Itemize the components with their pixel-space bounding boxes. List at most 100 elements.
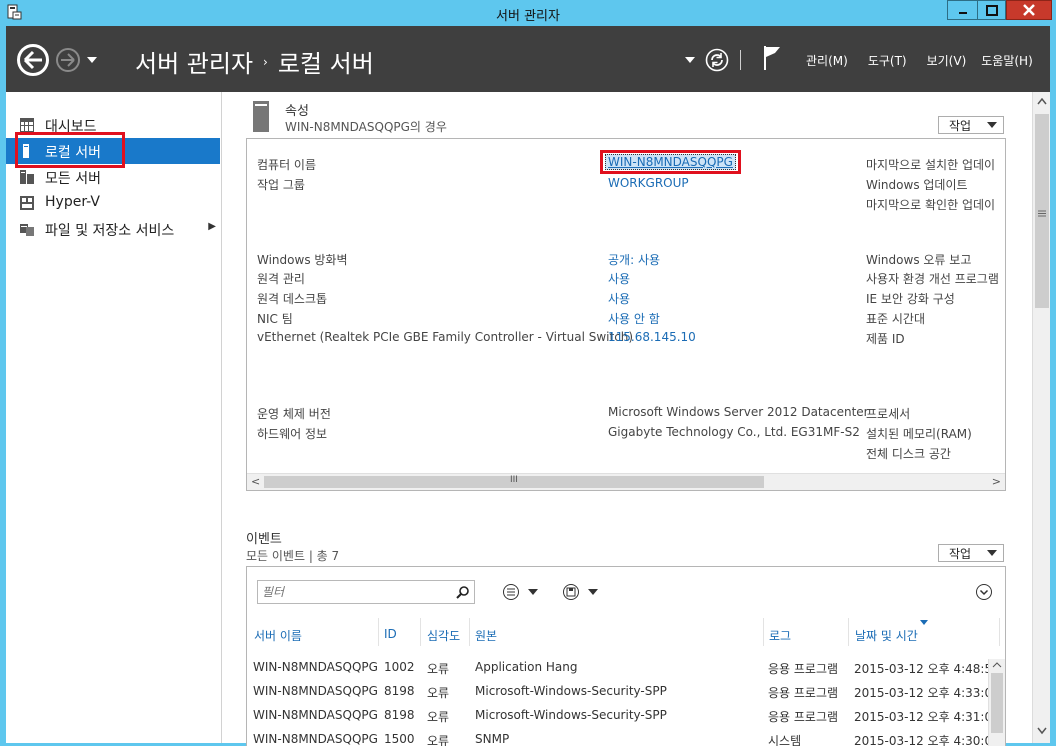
cell-severity: 오류 [427,710,450,724]
minimize-button[interactable] [947,0,978,20]
dropdown-caret-icon [987,122,997,128]
prop-key-nic-teaming: NIC 팀 [257,312,293,326]
menu-view[interactable]: 보기(V) [927,52,967,69]
sort-descending-icon [920,620,928,625]
cell-id: 8198 [384,684,415,698]
scrollbar-thumb[interactable]: III [264,475,764,488]
prop-key-product-id: 제품 ID [866,332,905,346]
column-header-source[interactable]: 원본 [475,627,497,644]
column-header-log[interactable]: 로그 [769,627,791,644]
scrollbar-thumb[interactable] [1035,114,1049,308]
cell-log: 응용 프로그램 [768,686,839,700]
close-button[interactable] [1006,0,1052,20]
cell-source: Application Hang [475,660,578,674]
header-bar: 서버 관리자 › 로컬 서버 관리(M) 도구(T) 보기(V) 도움말(H) [6,26,1050,92]
column-divider [999,618,1000,646]
prop-value-remote-management[interactable]: 사용 [608,270,630,287]
cell-server-name: WIN-N8MNDASQQPG [253,684,378,698]
save-query-icon[interactable] [562,583,602,601]
cell-server-name: WIN-N8MNDASQQPG [253,732,378,746]
prop-value-firewall[interactable]: 공개: 사용 [608,251,660,268]
server-tower-icon [253,101,269,132]
refresh-icon[interactable] [705,48,729,72]
notifications-flag-icon[interactable] [762,45,782,71]
prop-key-windows-update: Windows 업데이트 [866,178,968,192]
scroll-up-icon[interactable] [1037,98,1047,106]
header-menus: 관리(M) 도구(T) 보기(V) 도움말(H) [806,52,1033,69]
task-label: 작업 [949,546,972,561]
prop-value-vethernet[interactable]: 115.68.145.10 [608,330,696,344]
hyperv-icon [20,196,34,210]
main-vertical-scrollbar[interactable] [1032,92,1050,743]
dropdown-caret-icon [987,550,997,556]
prop-key-firewall: Windows 방화벽 [257,253,348,267]
column-header-date-time[interactable]: 날짜 및 시간 [855,627,918,644]
sidebar: 대시보드 로컬 서버 모든 서버 Hyper-V 파일 및 저장소 서비스 ▶ [6,92,222,743]
breadcrumb-root[interactable]: 서버 관리자 [135,44,253,79]
prop-key-processor: 프로세서 [866,407,911,421]
cell-severity: 오류 [427,734,450,746]
header-dropdown-icon[interactable] [684,55,696,65]
filter-box[interactable] [257,580,475,604]
file-storage-icon [20,224,34,236]
title-bar: 서버 관리자 [0,0,1056,26]
sidebar-item-label: Hyper-V [45,194,100,210]
list-options-icon[interactable] [502,583,542,601]
scroll-right-icon[interactable]: > [992,475,1001,488]
scrollbar-grip-icon [1038,210,1046,217]
prop-value-computer-name[interactable]: WIN-N8MNDASQQPG [605,154,736,170]
prop-key-ie-esc: IE 보안 강화 구성 [866,292,955,306]
column-divider [420,618,421,646]
scroll-up-icon[interactable] [992,662,1002,668]
prop-key-hardware: 하드웨어 정보 [257,427,328,441]
cell-source: SNMP [475,732,510,746]
prop-value-workgroup[interactable]: WORKGROUP [608,176,689,190]
properties-subtitle: WIN-N8MNDASQQPG의 경우 [285,120,447,134]
servers-icon [20,170,34,184]
prop-key-last-checked-updates: 마지막으로 확인한 업데이 [866,198,996,212]
column-divider [469,618,470,646]
sidebar-item-hyper-v[interactable]: Hyper-V [6,190,220,216]
menu-help[interactable]: 도움말(H) [981,52,1033,69]
menu-manage[interactable]: 관리(M) [806,52,848,69]
header-divider [740,50,741,70]
scroll-down-icon[interactable] [1037,727,1047,735]
events-task-button[interactable]: 작업 [938,544,1004,562]
prop-value-remote-desktop[interactable]: 사용 [608,290,630,307]
column-header-id[interactable]: ID [384,627,397,641]
sidebar-item-file-storage[interactable]: 파일 및 저장소 서비스 ▶ [6,216,220,242]
column-header-server-name[interactable]: 서버 이름 [254,627,302,644]
events-title: 이벤트 [246,532,282,547]
nav-history-dropdown-icon[interactable] [86,55,98,65]
filter-input[interactable] [262,582,452,602]
cell-server-name: WIN-N8MNDASQQPG [253,708,378,722]
cell-date-time: 2015-03-12 오후 4:48:51 [854,662,1000,676]
properties-panel: 컴퓨터 이름 작업 그룹 Windows 방화벽 원격 관리 원격 데스크톱 N… [246,138,1006,491]
scrollbar-thumb[interactable] [991,673,1003,733]
main-content: 속성 WIN-N8MNDASQQPG의 경우 작업 컴퓨터 이름 작업 그룹 W… [222,92,1032,746]
cell-date-time: 2015-03-12 오후 4:33:04 [854,686,1000,700]
events-vertical-scrollbar[interactable] [988,659,1005,746]
menu-tools[interactable]: 도구(T) [868,52,907,69]
prop-key-ceip: 사용자 환경 개선 프로그램 [866,272,999,286]
cell-severity: 오류 [427,662,450,676]
search-icon[interactable] [456,585,470,599]
forward-arrow-icon[interactable] [55,47,81,73]
maximize-button[interactable] [977,0,1006,20]
prop-key-vethernet: vEthernet (Realtek PCIe GBE Family Contr… [257,330,634,344]
scroll-left-icon[interactable]: < [251,475,260,488]
expand-chevron-icon[interactable]: ▶ [208,221,216,232]
close-icon [1023,4,1035,16]
dashboard-grid-icon [20,118,34,132]
back-arrow-icon[interactable] [16,43,50,77]
cell-id: 1002 [384,660,415,674]
prop-value-nic-teaming[interactable]: 사용 안 함 [608,310,660,327]
cell-log: 시스템 [768,734,802,746]
expand-chevron-icon[interactable] [975,583,993,601]
prop-key-installed-memory: 설치된 메모리(RAM) [866,427,972,441]
column-header-severity[interactable]: 심각도 [427,627,460,644]
properties-horizontal-scrollbar[interactable]: < III > [247,473,1005,490]
breadcrumb-separator: › [263,54,268,69]
window-title: 서버 관리자 [496,9,560,24]
properties-task-button[interactable]: 작업 [938,116,1004,134]
